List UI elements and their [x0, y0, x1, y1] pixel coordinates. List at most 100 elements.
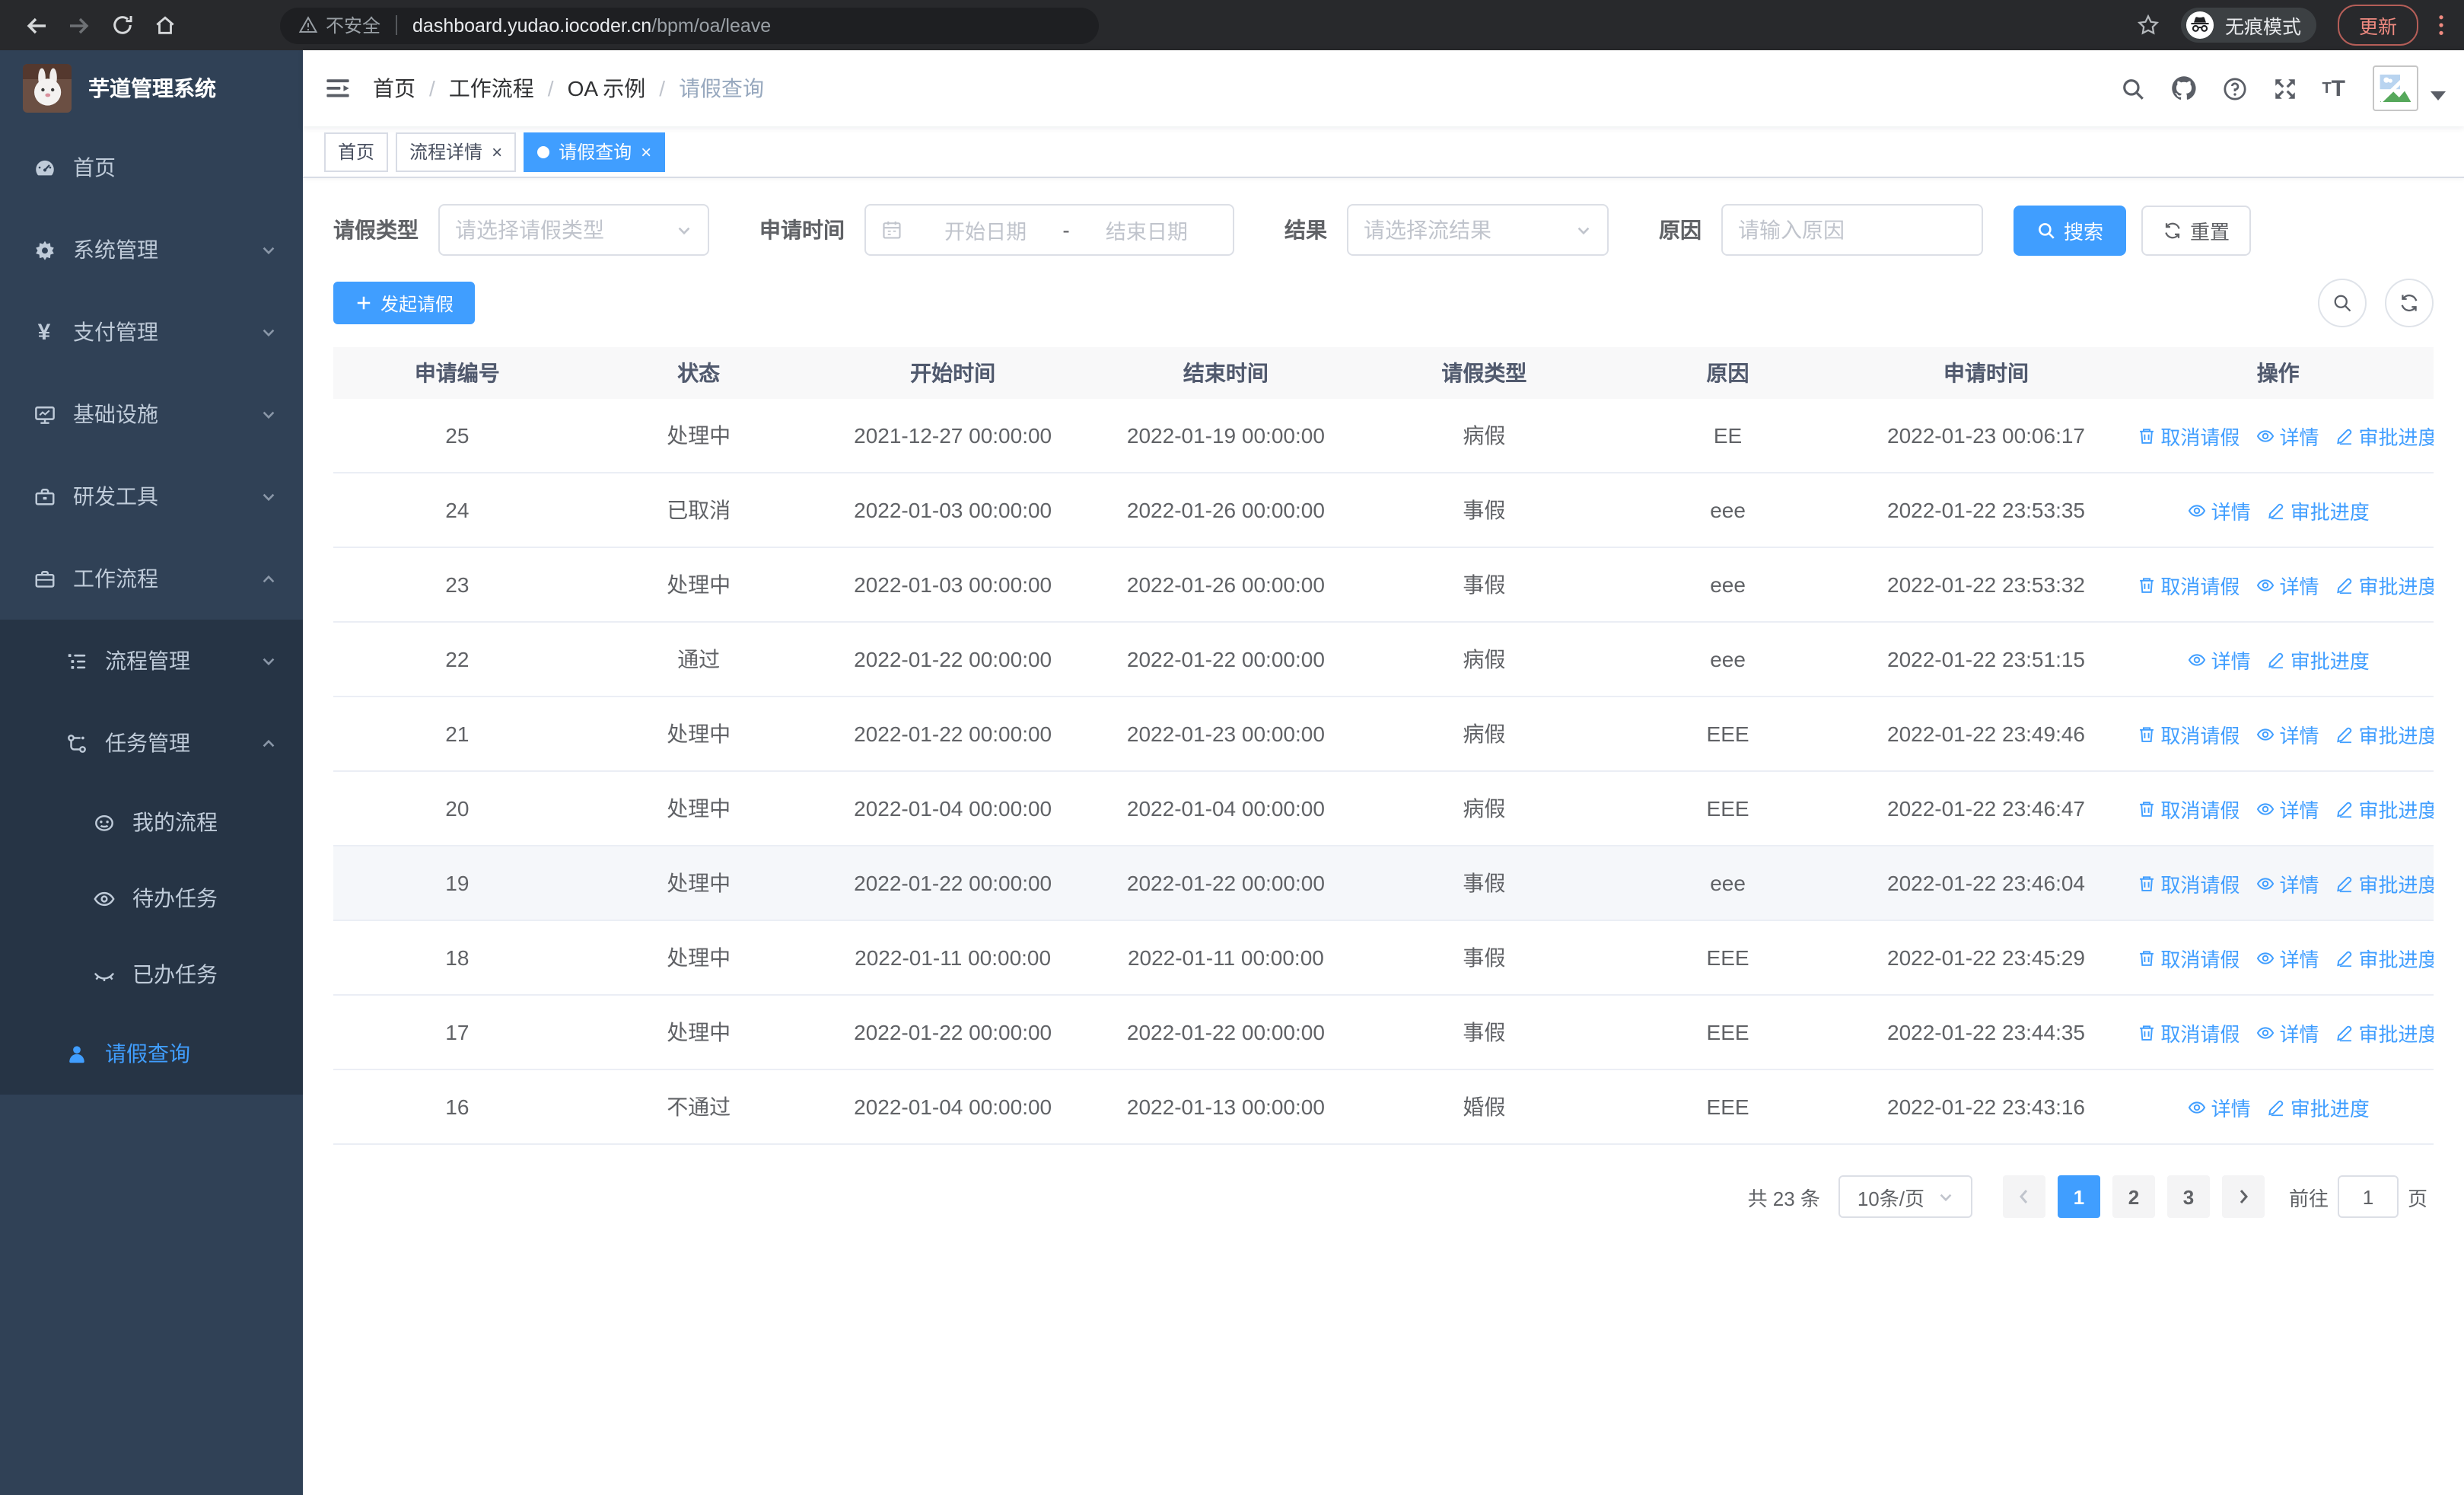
- progress-action-link[interactable]: 审批进度: [2334, 421, 2434, 450]
- sidebar-item-todo-tasks[interactable]: 待办任务: [0, 860, 303, 936]
- browser-home-icon[interactable]: [143, 4, 186, 46]
- user-avatar[interactable]: [2373, 65, 2418, 111]
- leave-type-cell: 病假: [1362, 696, 1606, 772]
- detail-action-link[interactable]: 详情: [2255, 1018, 2319, 1047]
- tab-process-detail[interactable]: 流程详情 ×: [396, 132, 517, 171]
- chevron-down-icon: [676, 222, 692, 238]
- avatar-dropdown-icon[interactable]: [2431, 91, 2446, 100]
- detail-action-link[interactable]: 详情: [2187, 645, 2251, 674]
- detail-action-link[interactable]: 详情: [2255, 570, 2319, 599]
- eyeclosed-icon: [91, 963, 116, 986]
- goto-page-input[interactable]: 1: [2337, 1175, 2399, 1218]
- detail-action-link[interactable]: 详情: [2255, 719, 2319, 748]
- prev-page-button[interactable]: [2002, 1175, 2045, 1218]
- browser-forward-icon[interactable]: [58, 4, 100, 46]
- app-logo[interactable]: 芋道管理系统: [0, 50, 303, 126]
- goto-unit: 页: [2407, 1187, 2427, 1210]
- cancel-action-link[interactable]: 取消请假: [2136, 1018, 2240, 1047]
- apply-time-range-picker[interactable]: 开始日期 - 结束日期: [864, 204, 1234, 256]
- progress-action-link[interactable]: 审批进度: [2334, 794, 2434, 823]
- progress-action-link[interactable]: 审批进度: [2334, 869, 2434, 897]
- help-icon[interactable]: [2209, 75, 2259, 101]
- progress-action-link[interactable]: 审批进度: [2334, 570, 2434, 599]
- progress-action-link[interactable]: 审批进度: [2266, 645, 2370, 674]
- page-button-1[interactable]: 1: [2057, 1175, 2100, 1218]
- listicon-icon: [64, 649, 88, 672]
- leave-type-select[interactable]: 请选择请假类型: [438, 204, 709, 256]
- progress-action-link[interactable]: 审批进度: [2266, 496, 2370, 524]
- sidebar-item-workflow[interactable]: 工作流程: [0, 537, 303, 620]
- breadcrumb-item[interactable]: 首页: [373, 73, 415, 104]
- chevron-down-icon: [260, 406, 277, 422]
- sidebar-item-leave-query[interactable]: 请假查询: [0, 1012, 303, 1095]
- progress-action-link[interactable]: 审批进度: [2266, 1092, 2370, 1121]
- breadcrumb-separator: /: [547, 76, 554, 100]
- leave-table: 申请编号 状态 开始时间 结束时间 请假类型 原因 申请时间 操作 25 处理中 2021-12-…: [333, 347, 2434, 1145]
- collapse-sidebar-icon[interactable]: [303, 75, 373, 102]
- cancel-action-link[interactable]: 取消请假: [2136, 869, 2240, 897]
- toolbar-refresh-button[interactable]: [2385, 279, 2434, 327]
- tab-leave-query[interactable]: 请假查询 ×: [524, 132, 666, 171]
- browser-back-icon[interactable]: [15, 4, 58, 46]
- toolbar-search-button[interactable]: [2318, 279, 2367, 327]
- github-icon[interactable]: [2157, 75, 2209, 102]
- detail-action-link[interactable]: 详情: [2187, 1092, 2251, 1121]
- fullscreen-icon[interactable]: [2259, 75, 2310, 101]
- progress-action-link[interactable]: 审批进度: [2334, 719, 2434, 748]
- detail-action-link[interactable]: 详情: [2255, 794, 2319, 823]
- sidebar-item-home[interactable]: 首页: [0, 126, 303, 209]
- table-row: 22 通过 2022-01-22 00:00:00 2022-01-22 00:00:…: [333, 622, 2434, 697]
- reason-cell: EEE: [1606, 1069, 1850, 1145]
- detail-action-link[interactable]: 详情: [2255, 869, 2319, 897]
- sidebar-item-devtools[interactable]: 研发工具: [0, 455, 303, 537]
- detail-icon: [2255, 1022, 2275, 1042]
- cancel-action-link[interactable]: 取消请假: [2136, 943, 2240, 972]
- close-icon[interactable]: ×: [492, 142, 502, 161]
- pen-icon: [2334, 948, 2354, 967]
- browser-update-button[interactable]: 更新: [2337, 5, 2418, 46]
- breadcrumb-item[interactable]: 工作流程: [449, 73, 534, 104]
- sidebar-item-payment[interactable]: ¥ 支付管理: [0, 291, 303, 373]
- cancel-action-link[interactable]: 取消请假: [2136, 719, 2240, 748]
- detail-action-link[interactable]: 详情: [2255, 943, 2319, 972]
- page-button-3[interactable]: 3: [2166, 1175, 2210, 1218]
- address-bar[interactable]: 不安全 dashboard.yudao.iocoder.cn/bpm/oa/le…: [280, 7, 1099, 43]
- chevron-down-icon: [1575, 222, 1592, 238]
- browser-menu-icon[interactable]: [2434, 14, 2449, 37]
- sidebar-item-system[interactable]: 系统管理: [0, 209, 303, 291]
- next-page-button[interactable]: [2221, 1175, 2265, 1218]
- sidebar-item-infra[interactable]: 基础设施: [0, 373, 303, 455]
- reason-input[interactable]: 请输入原因: [1721, 204, 1983, 256]
- leave-type-cell: 事假: [1362, 846, 1606, 921]
- chevron-down-icon: [1937, 1188, 1953, 1205]
- search-icon[interactable]: [2107, 75, 2157, 101]
- tab-home[interactable]: 首页: [324, 132, 389, 171]
- progress-action-link[interactable]: 审批进度: [2334, 1018, 2434, 1047]
- font-size-icon[interactable]: TT: [2310, 75, 2357, 101]
- create-leave-button[interactable]: 发起请假: [333, 282, 476, 324]
- breadcrumb-item[interactable]: OA 示例: [568, 73, 646, 104]
- detail-icon: [2187, 1097, 2207, 1117]
- cancel-action-link[interactable]: 取消请假: [2136, 794, 2240, 823]
- bookmark-star-icon[interactable]: [2137, 14, 2160, 37]
- page-size-select[interactable]: 10条/页: [1838, 1175, 1972, 1218]
- close-icon[interactable]: ×: [641, 142, 651, 161]
- progress-action-link[interactable]: 审批进度: [2334, 943, 2434, 972]
- request-id-cell: 25: [333, 399, 581, 473]
- cancel-action-link[interactable]: 取消请假: [2136, 570, 2240, 599]
- action-label: 取消请假: [2160, 724, 2240, 747]
- detail-action-link[interactable]: 详情: [2255, 421, 2319, 450]
- reset-button[interactable]: 重置: [2141, 205, 2252, 255]
- result-select[interactable]: 请选择流结果: [1347, 204, 1609, 256]
- sidebar-item-task-mgmt[interactable]: 任务管理: [0, 702, 303, 784]
- sidebar-item-done-tasks[interactable]: 已办任务: [0, 936, 303, 1012]
- table-row: 18 处理中 2022-01-11 00:00:00 2022-01-11 00:00…: [333, 920, 2434, 996]
- active-tab-dot: [537, 145, 550, 158]
- sidebar-item-process-mgmt[interactable]: 流程管理: [0, 620, 303, 702]
- cancel-action-link[interactable]: 取消请假: [2136, 421, 2240, 450]
- sidebar-item-my-process[interactable]: 我的流程: [0, 784, 303, 860]
- browser-reload-icon[interactable]: [100, 4, 143, 46]
- search-button[interactable]: 搜索: [2014, 205, 2127, 255]
- page-button-2[interactable]: 2: [2112, 1175, 2155, 1218]
- detail-action-link[interactable]: 详情: [2187, 496, 2251, 524]
